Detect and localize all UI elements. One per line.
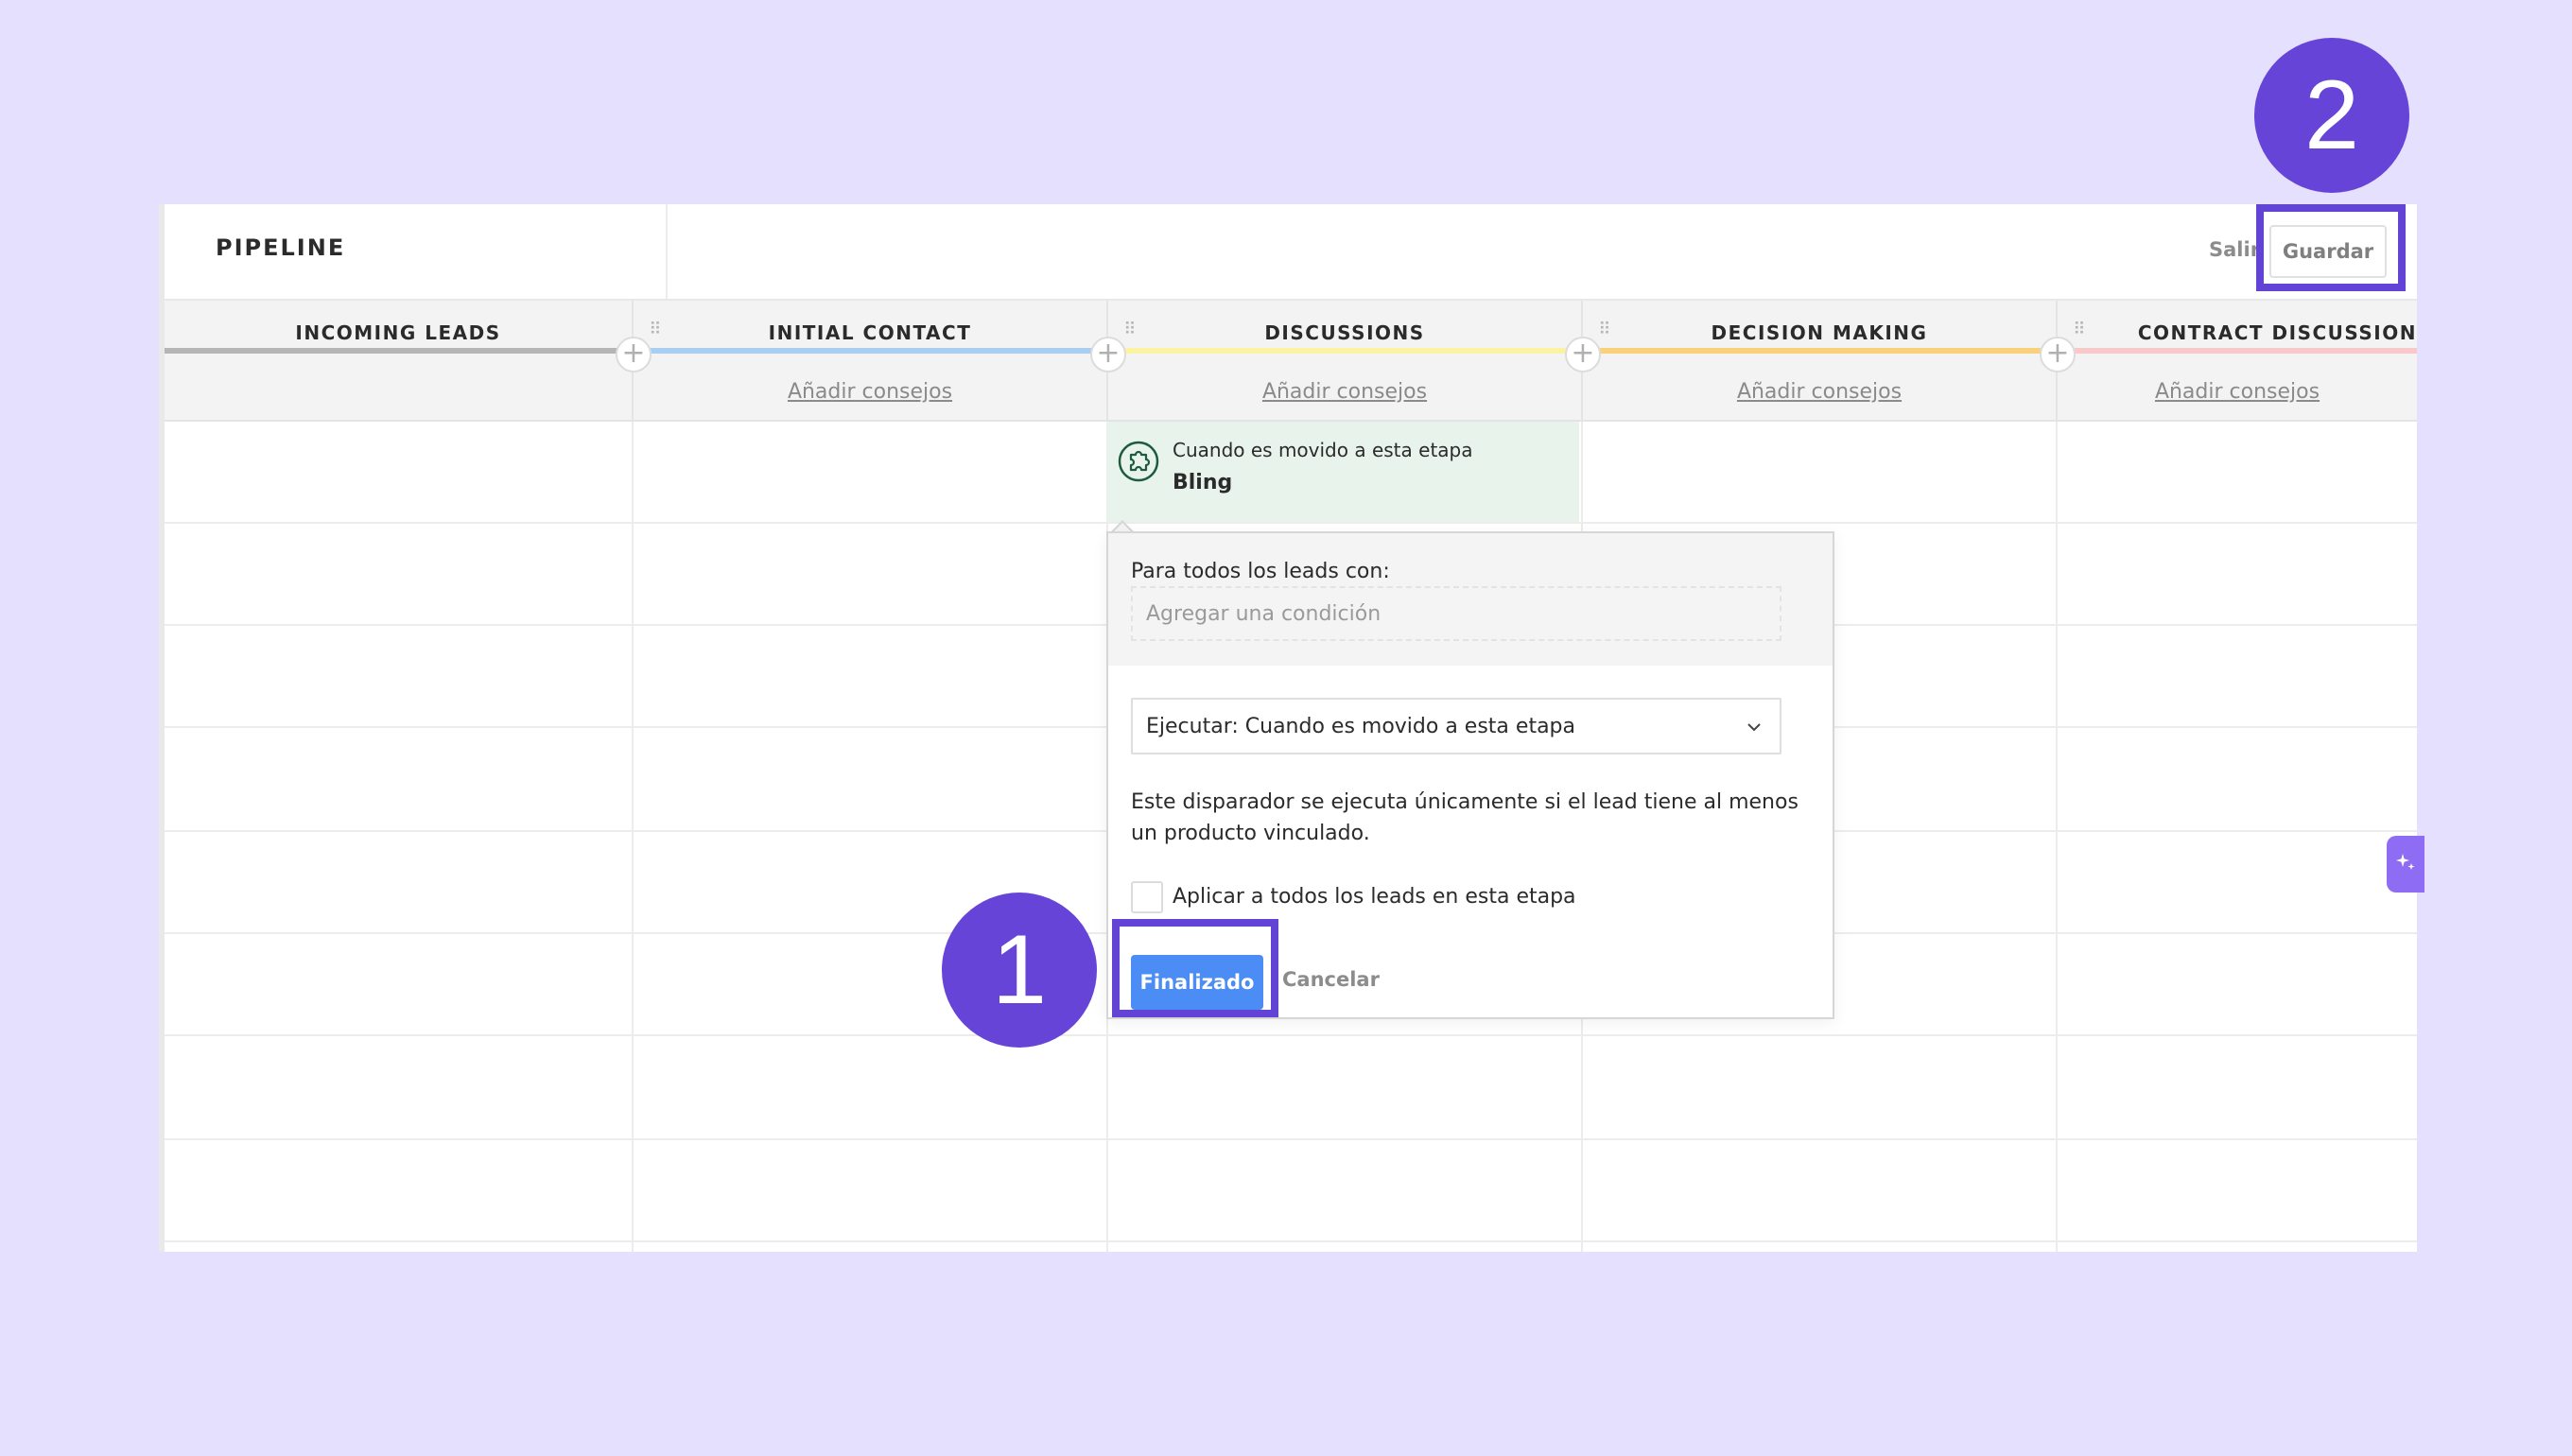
add-stage-button[interactable]: + — [1565, 337, 1601, 373]
step1-badge: 1 — [942, 893, 1097, 1048]
drag-handle-icon[interactable]: ⠿ — [1598, 320, 1611, 340]
add-stage-button[interactable]: + — [616, 337, 652, 373]
stage-name: INCOMING LEADS — [295, 321, 501, 344]
apply-all-label[interactable]: Aplicar a todos los leads en esta etapa — [1173, 885, 1576, 909]
add-tips-link[interactable]: Añadir consejos — [1108, 380, 1581, 404]
stage-contract-discussion[interactable]: CONTRACT DISCUSSION Añadir consejos — [2058, 301, 2417, 422]
stage-decision-making[interactable]: DECISION MAKING Añadir consejos — [1583, 301, 2058, 422]
add-stage-button[interactable]: + — [2040, 337, 2076, 373]
add-tips-link[interactable]: Añadir consejos — [2058, 380, 2417, 404]
puzzle-icon — [1118, 441, 1159, 482]
stage-name: INITIAL CONTACT — [768, 321, 972, 344]
trigger-card[interactable]: Cuando es movido a esta etapa Bling — [1106, 422, 1579, 522]
stage-name: CONTRACT DISCUSSION — [2137, 321, 2417, 344]
step1-highlight — [1112, 919, 1278, 1017]
chevron-down-icon — [1747, 723, 1761, 732]
stage-name: DECISION MAKING — [1711, 321, 1928, 344]
cancel-button[interactable]: Cancelar — [1282, 968, 1380, 991]
add-tips-link[interactable]: Añadir consejos — [634, 380, 1106, 404]
page-title: PIPELINE — [216, 234, 346, 261]
condition-section: Para todos los leads con: — [1108, 533, 1833, 666]
trigger-name: Bling — [1173, 471, 1233, 494]
step2-highlight — [2256, 204, 2406, 291]
stage-color-bar — [165, 348, 632, 354]
stage-color-bar — [1108, 348, 1581, 354]
grid-row-line — [165, 1034, 2417, 1036]
stage-header: INCOMING LEADS INITIAL CONTACT Añadir co… — [165, 299, 2417, 422]
stage-color-bar — [2058, 348, 2417, 354]
execute-select[interactable]: Ejecutar: Cuando es movido a esta etapa — [1131, 698, 1781, 754]
top-bar: PIPELINE Salir Guardar — [159, 204, 2417, 299]
info-text: Este disparador se ejecuta únicamente si… — [1131, 790, 1799, 845]
condition-label: Para todos los leads con: — [1131, 560, 1390, 583]
frame-edge — [159, 204, 165, 1252]
stage-initial-contact[interactable]: INITIAL CONTACT Añadir consejos — [634, 301, 1108, 422]
add-condition-input[interactable] — [1131, 586, 1781, 641]
pipeline-editor: PIPELINE Salir Guardar INCOMING LEADS IN… — [159, 204, 2417, 1252]
grid-row-line — [165, 522, 2417, 524]
stage-name: DISCUSSIONS — [1264, 321, 1425, 344]
drag-handle-icon[interactable]: ⠿ — [649, 320, 662, 340]
drag-handle-icon[interactable]: ⠿ — [1123, 320, 1137, 340]
exit-link[interactable]: Salir — [2209, 238, 2260, 261]
stage-color-bar — [634, 348, 1106, 354]
add-stage-button[interactable]: + — [1090, 337, 1126, 373]
grid-row-line — [165, 1138, 2417, 1140]
grid-col-line — [2056, 422, 2058, 1252]
execute-select-value: Ejecutar: Cuando es movido a esta etapa — [1146, 715, 1575, 738]
apply-all-checkbox[interactable] — [1131, 881, 1163, 913]
title-cell: PIPELINE — [165, 204, 668, 299]
sparkle-icon — [2396, 854, 2415, 870]
add-tips-link[interactable]: Añadir consejos — [1583, 380, 2056, 404]
ai-assistant-widget[interactable] — [2387, 836, 2424, 893]
stage-color-bar — [1583, 348, 2056, 354]
grid-row-line — [165, 1240, 2417, 1242]
stage-discussions[interactable]: DISCUSSIONS Añadir consejos — [1108, 301, 1583, 422]
stage-incoming-leads[interactable]: INCOMING LEADS — [165, 301, 634, 422]
drag-handle-icon[interactable]: ⠿ — [2073, 320, 2086, 340]
trigger-label: Cuando es movido a esta etapa — [1173, 439, 1473, 461]
step2-badge: 2 — [2254, 38, 2409, 193]
grid-col-line — [632, 422, 634, 1252]
